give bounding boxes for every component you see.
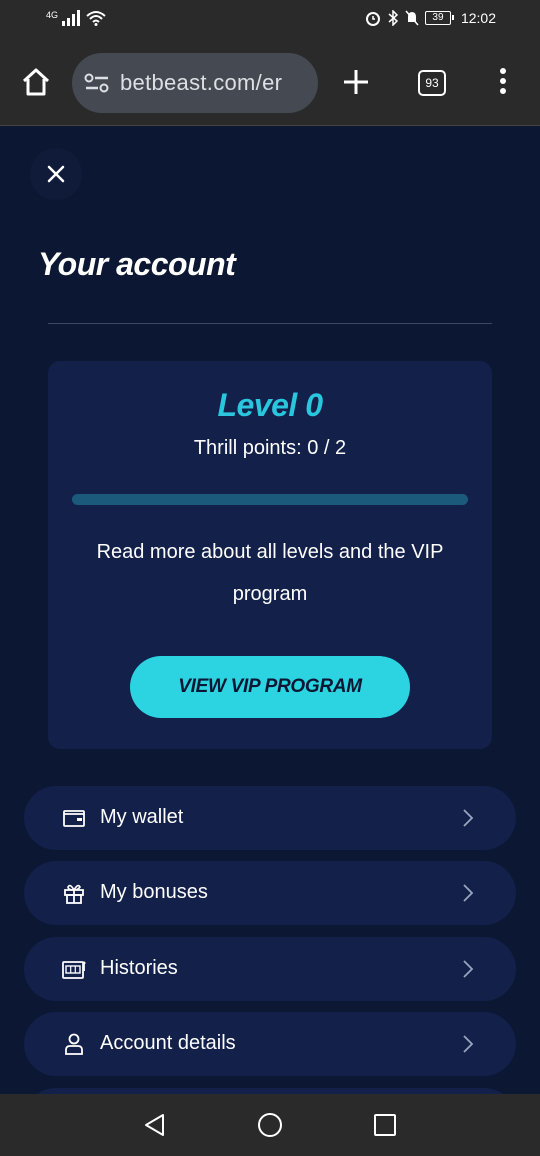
menu-item-label: My bonuses [100,881,208,903]
url-bar[interactable]: betbeast.com/er [72,53,318,113]
url-text: betbeast.com/er [120,70,283,95]
vip-level-card: Level 0 Thrill points: 0 / 2 Read more a… [48,361,492,749]
vip-level-title: Level 0 [217,387,323,423]
menu-item-label: My wallet [100,806,184,828]
chevron-right-icon [463,809,474,827]
battery-icon: 39 [424,11,454,25]
mute-bell-icon [405,10,419,26]
system-navigation-bar [0,1094,540,1156]
page-title: Your account [38,246,236,282]
menu-item-label: Histories [100,957,178,979]
view-vip-program-button[interactable]: VIEW VIP PROGRAM [130,656,410,718]
tab-switcher-button[interactable]: 93 [418,70,446,96]
chevron-right-icon [463,884,474,902]
menu-item-histories[interactable]: Histories [24,937,516,1001]
browser-toolbar: betbeast.com/er 93 [0,40,540,126]
gift-icon [64,884,84,904]
menu-item-my-bonuses[interactable]: My bonuses [24,861,516,925]
signal-icon [62,10,81,26]
user-icon [65,1033,83,1055]
vip-description: Read more about all levels and the VIP p… [96,541,444,605]
chevron-right-icon [463,1035,474,1053]
home-circle-icon[interactable] [257,1112,283,1138]
back-icon[interactable] [142,1112,168,1138]
chevron-right-icon [463,960,474,978]
clock-time: 12:02 [460,10,496,26]
account-panel: Your account Level 0 Thrill points: 0 / … [0,126,540,1094]
menu-item-label: Account details [100,1032,236,1054]
bluetooth-icon [388,10,399,26]
status-bar: 4G 39 12:02 [0,0,540,40]
slot-machine-icon [62,961,86,979]
alarm-icon [365,12,380,26]
recent-apps-icon[interactable] [372,1112,398,1138]
close-icon [47,165,65,183]
thrill-points-progress-bar [72,494,468,505]
thrill-points-text: Thrill points: 0 / 2 [193,437,347,459]
close-button[interactable] [30,148,82,200]
wifi-icon [86,11,106,26]
menu-item-account-details[interactable]: Account details [24,1012,516,1076]
menu-item-my-wallet[interactable]: My wallet [24,786,516,850]
wallet-icon [63,810,85,827]
site-settings-icon[interactable] [84,73,110,93]
network-type-label: 4G [46,10,59,20]
overflow-menu-icon[interactable] [496,68,510,98]
home-icon[interactable] [20,66,52,98]
divider [48,323,492,324]
new-tab-icon[interactable] [340,66,372,98]
